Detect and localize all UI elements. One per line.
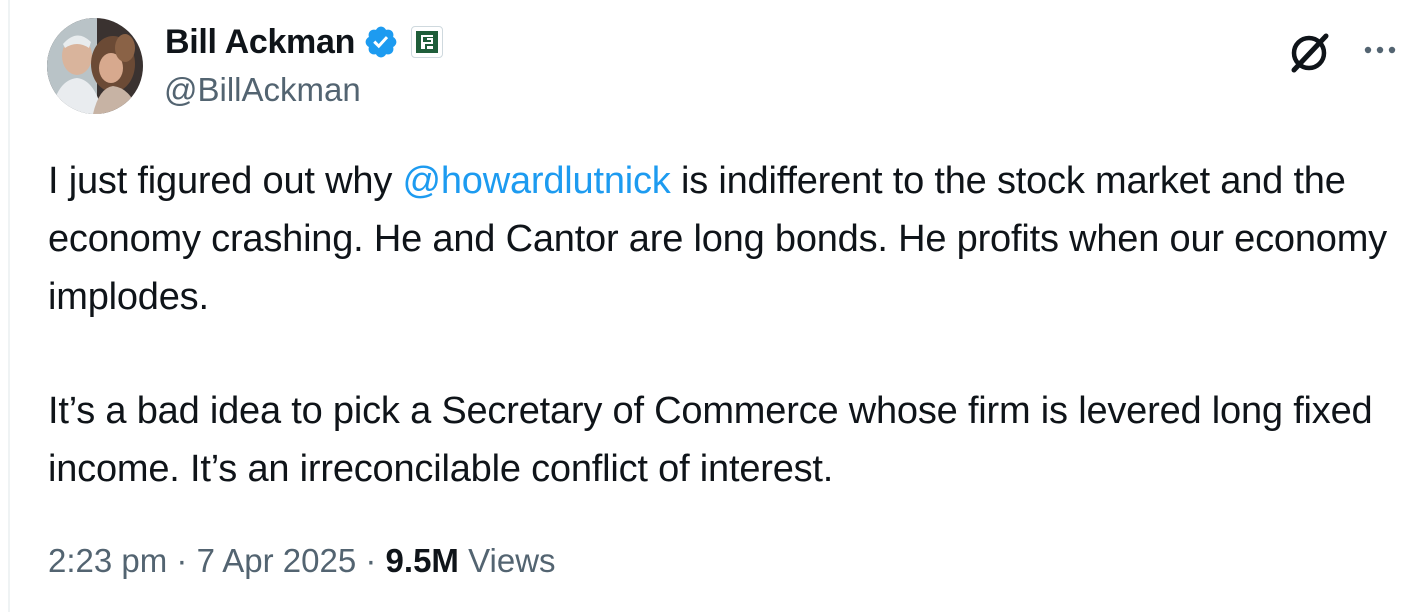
tweet-date[interactable]: 7 Apr 2025 [197,542,357,579]
tweet-time[interactable]: 2:23 pm [48,542,167,579]
author-name-row: Bill Ackman [165,22,444,62]
avatar-photo [47,18,143,114]
author-avatar[interactable] [47,18,143,114]
tweet-card: Bill Ackman @BillAckman I just figured o… [0,0,1412,612]
affiliation-badge-icon[interactable] [411,26,444,58]
author-handle[interactable]: @BillAckman [164,70,361,110]
views-label: Views [458,542,556,579]
tweet-text: I just figured out why @howardlutnick is… [48,152,1388,498]
grok-icon[interactable] [1286,28,1334,76]
meta-separator: · [356,542,386,579]
tweet-paragraph-1: I just figured out why @howardlutnick is… [48,152,1388,326]
meta-separator: · [167,542,197,579]
views-count[interactable]: 9.5M [386,542,459,579]
more-options-icon[interactable] [1360,30,1400,70]
author-name[interactable]: Bill Ackman [165,22,355,62]
tweet-paragraph-2: It’s a bad idea to pick a Secretary of C… [48,390,1373,490]
tweet-text-segment: I just figured out why [48,160,403,202]
verified-badge-icon[interactable] [363,24,399,60]
mention-link[interactable]: @howardlutnick [402,160,670,202]
tweet-meta: 2:23 pm · 7 Apr 2025 · 9.5M Views [48,539,556,583]
